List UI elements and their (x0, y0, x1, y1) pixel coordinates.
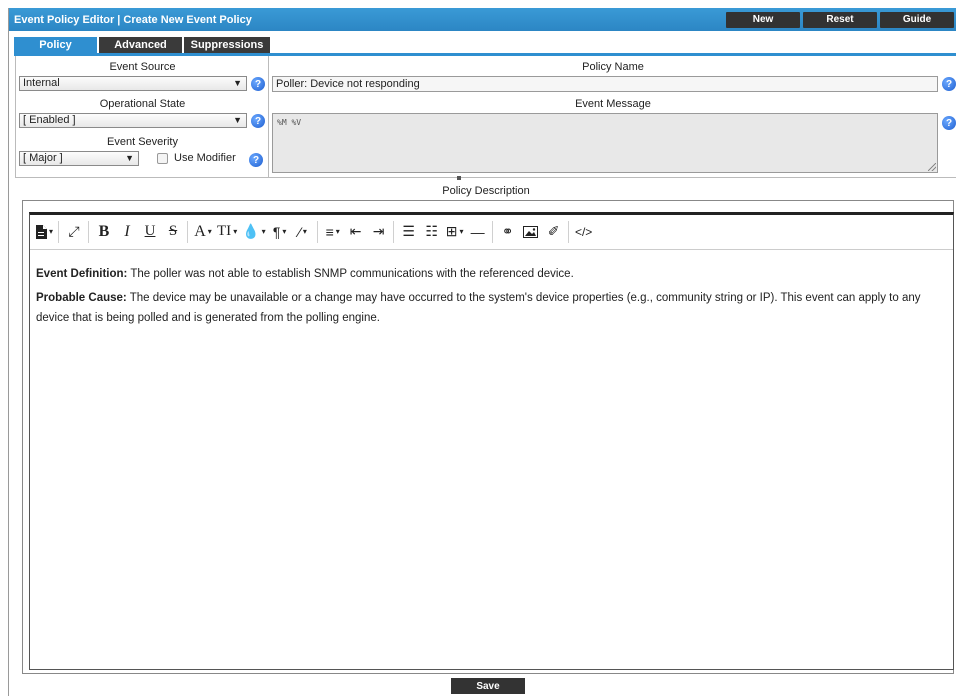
magic-wand-icon[interactable]: ⁄ ▾ (294, 221, 312, 243)
title-bar: Event Policy Editor | Create New Event P… (9, 8, 956, 31)
event-severity-select[interactable]: [ Major ] ▼ (19, 151, 139, 166)
policy-form: Event Source Internal ▼ ? Operational St… (15, 56, 956, 178)
toolbar-separator (567, 220, 569, 243)
drag-handle[interactable] (457, 176, 461, 180)
file-icon[interactable]: ▾ (35, 221, 53, 243)
paragraph-icon[interactable]: ¶ ▾ (271, 221, 289, 243)
new-button[interactable]: New (726, 11, 800, 28)
policy-name-input[interactable]: Poller: Device not responding (272, 76, 938, 92)
italic-icon[interactable]: I (118, 221, 136, 243)
save-button[interactable]: Save (451, 678, 525, 694)
tab-policy[interactable]: Policy (14, 37, 97, 53)
guide-button[interactable]: Guide (880, 11, 954, 28)
operational-state-label: Operational State (99, 98, 186, 110)
ordered-list-icon[interactable]: ☰ (400, 221, 418, 243)
probable-cause-text: The device may be unavailable or a chang… (36, 292, 921, 324)
event-message-value: %M %V (277, 118, 302, 127)
underline-icon[interactable]: U (141, 221, 159, 243)
operational-state-select[interactable]: [ Enabled ] ▼ (19, 113, 247, 128)
help-icon[interactable]: ? (249, 153, 263, 167)
indent-icon[interactable]: ⇥ (370, 221, 388, 243)
event-policy-editor: Event Policy Editor | Create New Event P… (8, 8, 956, 696)
eraser-icon[interactable]: ✐ (545, 221, 563, 243)
help-icon[interactable]: ? (251, 77, 265, 91)
event-source-select[interactable]: Internal ▼ (19, 76, 247, 91)
event-severity-label: Event Severity (107, 136, 178, 148)
tab-suppressions[interactable]: Suppressions (184, 37, 270, 53)
page-title: Event Policy Editor | Create New Event P… (14, 13, 252, 26)
event-definition-paragraph: Event Definition: The poller was not abl… (36, 264, 947, 284)
link-icon[interactable]: ⚭ (499, 221, 517, 243)
toolbar-separator (88, 220, 90, 243)
unordered-list-icon[interactable]: ☷ (423, 221, 441, 243)
event-definition-text: The poller was not able to establish SNM… (127, 268, 574, 280)
font-size-icon[interactable]: TI ▾ (217, 221, 237, 243)
align-icon[interactable]: ≡ ▾ (324, 221, 342, 243)
resize-grip-icon[interactable] (928, 163, 936, 171)
probable-cause-paragraph: Probable Cause: The device may be unavai… (36, 288, 947, 328)
editor-content[interactable]: Event Definition: The poller was not abl… (30, 249, 953, 670)
help-icon[interactable]: ? (251, 114, 265, 128)
help-icon[interactable]: ? (942, 77, 956, 91)
code-view-icon[interactable]: </> (575, 221, 593, 243)
operational-state-value: [ Enabled ] (23, 114, 76, 126)
toolbar-separator (491, 220, 493, 243)
policy-name-label: Policy Name (582, 61, 644, 73)
tab-advanced[interactable]: Advanced (99, 37, 182, 53)
event-source-label: Event Source (109, 61, 176, 73)
event-source-value: Internal (23, 77, 60, 89)
strikethrough-icon[interactable]: S (164, 221, 182, 243)
highlight-icon[interactable]: 💧 ▾ (242, 221, 265, 243)
chevron-down-icon: ▼ (233, 78, 242, 88)
event-severity-value: [ Major ] (23, 152, 63, 164)
policy-description-panel: ▾ ⤢ B I U S A ▾ TI ▾ 💧 ▾ ¶ ▾ ⁄ ▾ ≡ ▾ ⇤ ⇥ ☰ (22, 200, 954, 674)
editor-toolbar: ▾ ⤢ B I U S A ▾ TI ▾ 💧 ▾ ¶ ▾ ⁄ ▾ ≡ ▾ ⇤ ⇥ ☰ (30, 215, 953, 248)
use-modifier-label: Use Modifier (174, 152, 236, 164)
horizontal-rule-icon[interactable]: — (469, 221, 487, 243)
help-icon[interactable]: ? (942, 116, 956, 130)
probable-cause-heading: Probable Cause: (36, 292, 127, 304)
left-column: Event Source Internal ▼ ? Operational St… (16, 56, 269, 177)
chevron-down-icon: ▼ (233, 115, 242, 125)
reset-button[interactable]: Reset (803, 11, 877, 28)
event-message-label: Event Message (575, 98, 651, 110)
outdent-icon[interactable]: ⇤ (347, 221, 365, 243)
bold-icon[interactable]: B (95, 221, 113, 243)
chevron-down-icon: ▼ (125, 153, 134, 163)
tab-bar: Policy Advanced Suppressions (14, 37, 272, 53)
toolbar-separator (58, 220, 60, 243)
event-definition-heading: Event Definition: (36, 268, 128, 280)
toolbar-separator (316, 220, 318, 243)
toolbar-separator (392, 220, 394, 243)
image-icon[interactable] (522, 221, 540, 243)
toolbar-separator (187, 220, 189, 243)
use-modifier-checkbox[interactable] (157, 153, 168, 164)
rich-text-editor: ▾ ⤢ B I U S A ▾ TI ▾ 💧 ▾ ¶ ▾ ⁄ ▾ ≡ ▾ ⇤ ⇥ ☰ (29, 212, 954, 670)
policy-description-label: Policy Description (442, 185, 530, 197)
font-color-icon[interactable]: A ▾ (194, 221, 212, 243)
event-message-textarea[interactable]: %M %V (272, 113, 938, 173)
table-icon[interactable]: ⊞ ▾ (446, 221, 464, 243)
fullscreen-icon[interactable]: ⤢ (65, 221, 83, 243)
